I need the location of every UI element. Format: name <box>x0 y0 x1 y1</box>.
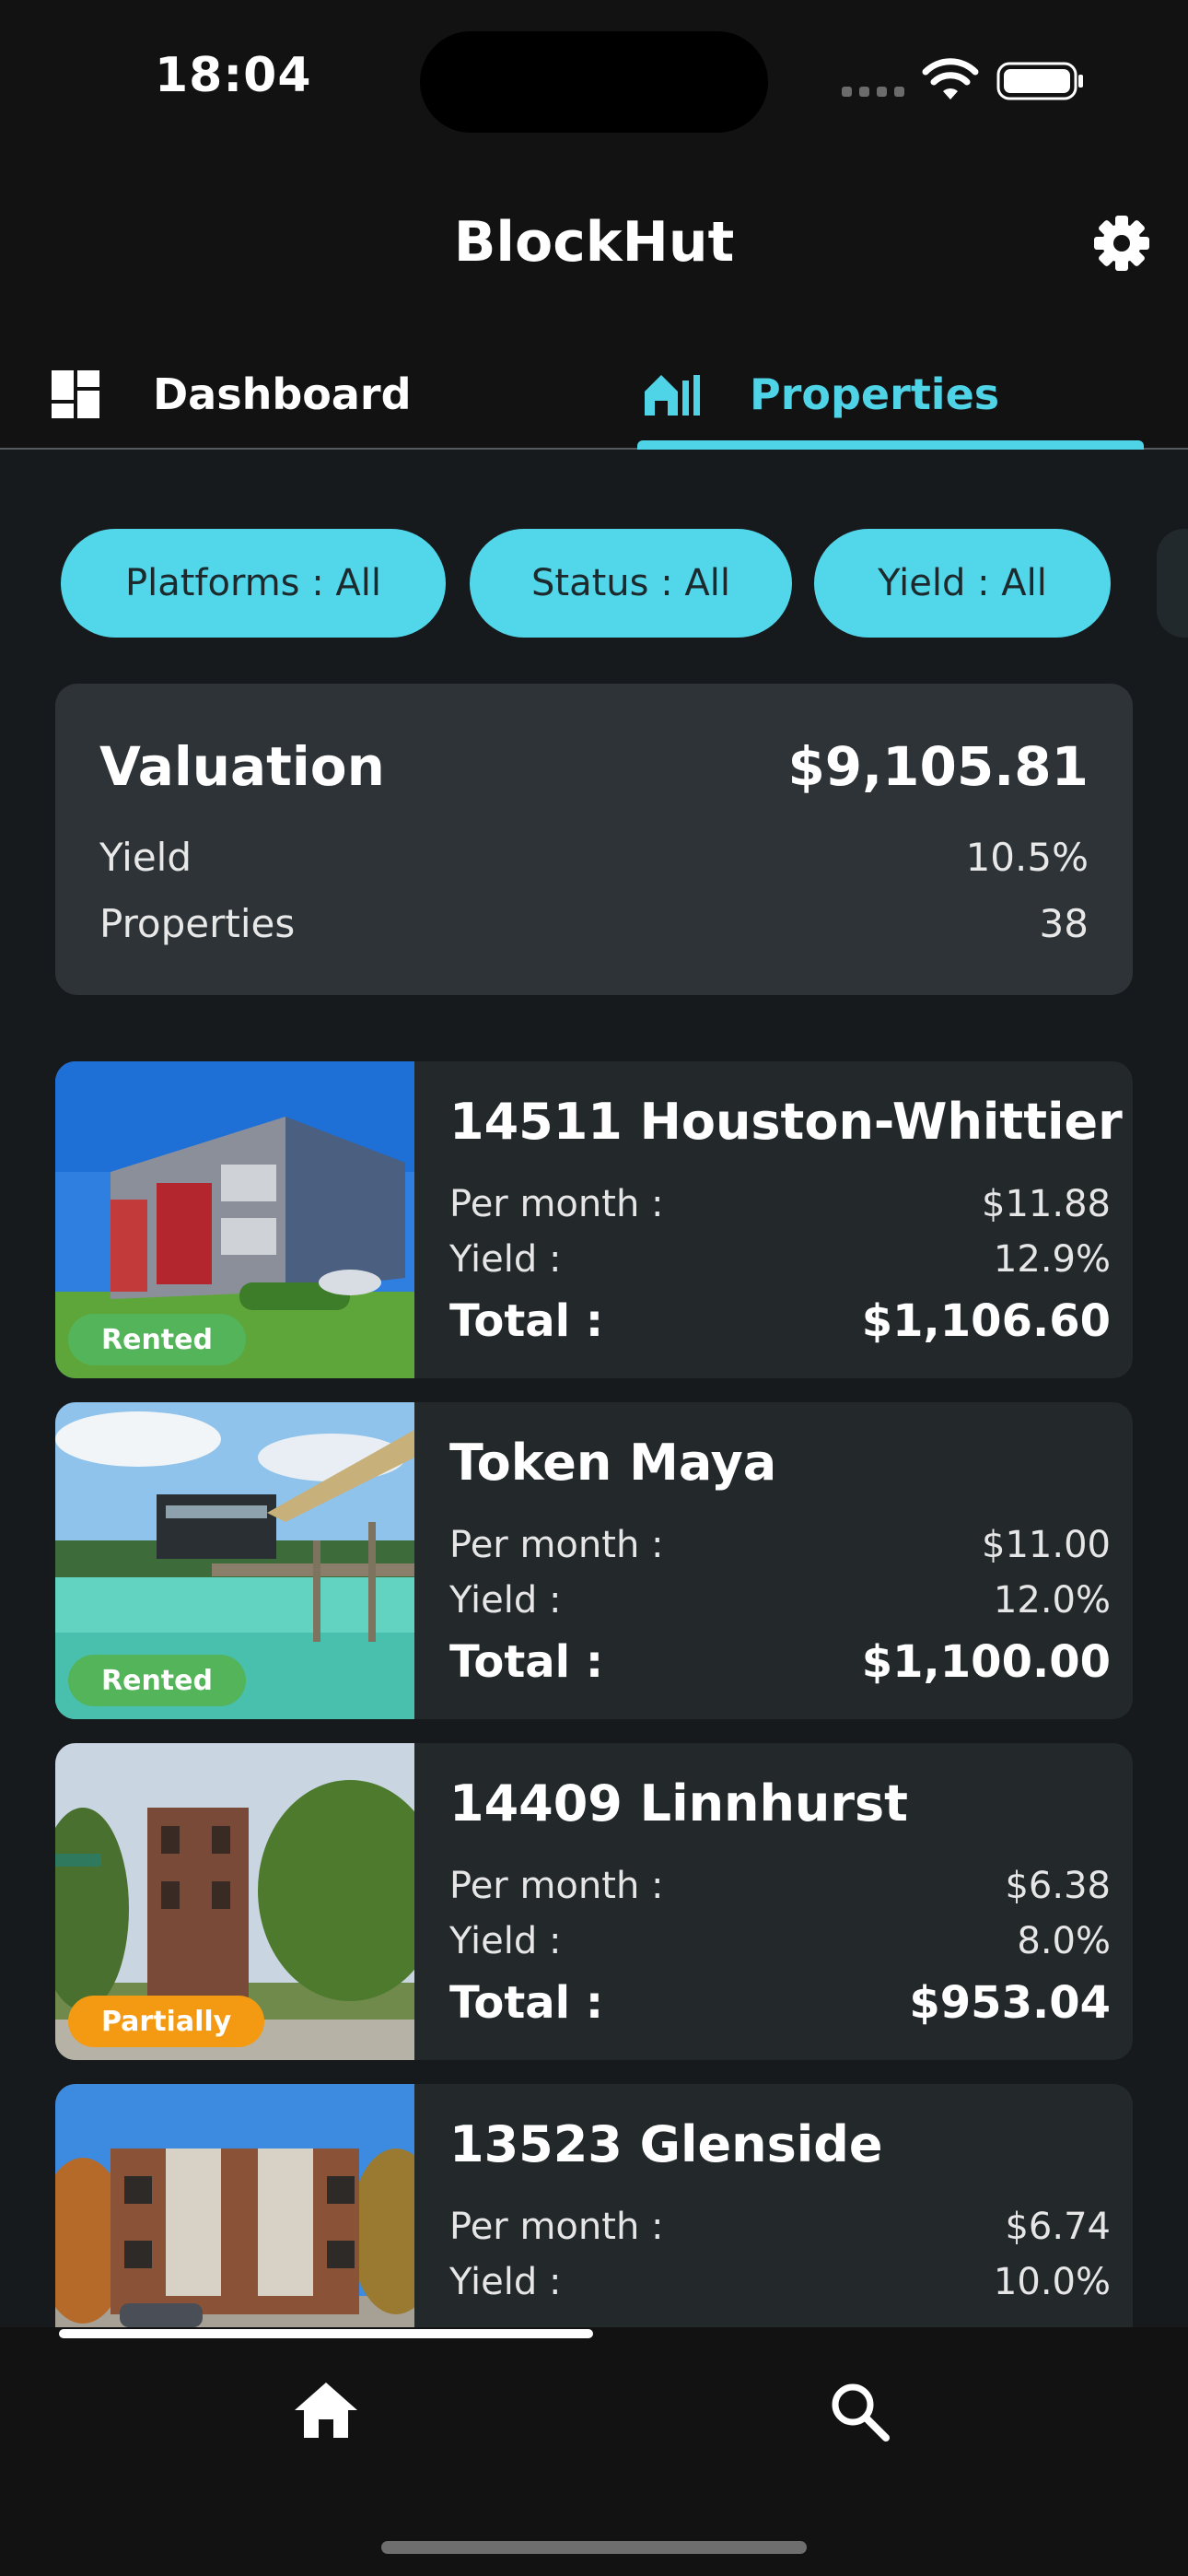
summary-properties-label: Properties <box>99 901 296 946</box>
per-month-value: $6.38 <box>1005 1865 1111 1907</box>
total-row: Total : $1,106.60 <box>449 1295 1111 1347</box>
property-card[interactable]: Partially 14409 Linnhurst Per month : $6… <box>55 1743 1133 2060</box>
property-name: 14511 Houston-Whittier <box>449 1093 1123 1151</box>
per-month-row: Per month : $11.00 <box>449 1524 1111 1566</box>
summary-yield-label: Yield <box>99 835 192 880</box>
summary-properties-value: 38 <box>1039 901 1089 946</box>
per-month-label: Per month : <box>449 1183 664 1225</box>
property-card[interactable]: Rented Token Maya Per month : $11.00 Yie… <box>55 1402 1133 1719</box>
property-photo: Rented <box>55 1061 414 1378</box>
home-icon[interactable] <box>293 2381 359 2440</box>
total-row: Total : $953.04 <box>449 1977 1111 2029</box>
yield-label: Yield : <box>449 2261 562 2303</box>
valuation-title: Valuation <box>99 735 385 798</box>
yield-label: Yield : <box>449 1920 562 1962</box>
per-month-row: Per month : $11.88 <box>449 1183 1111 1225</box>
yield-value: 12.0% <box>993 1579 1111 1622</box>
yield-value: 8.0% <box>1017 1920 1111 1962</box>
summary-yield-row: Yield 10.5% <box>99 835 1089 880</box>
total-value: $1,100.00 <box>861 1636 1111 1688</box>
status-badge: Rented <box>68 1655 246 1706</box>
summary-properties-row: Properties 38 <box>99 901 1089 946</box>
dashboard-icon <box>52 370 99 418</box>
property-card[interactable]: Rented 14511 Houston-Whittier Per month … <box>55 1061 1133 1378</box>
filter-more[interactable] <box>1157 529 1188 638</box>
filter-status[interactable]: Status : All <box>470 529 792 638</box>
yield-value: 10.0% <box>993 2261 1111 2303</box>
property-photo: Rented <box>55 1402 414 1719</box>
total-row: Total : $1,100.00 <box>449 1636 1111 1688</box>
active-tab-indicator <box>637 440 1144 450</box>
per-month-label: Per month : <box>449 2206 664 2248</box>
total-label: Total : <box>449 1977 604 2029</box>
yield-row: Yield : 8.0% <box>449 1920 1111 1962</box>
tab-label: Properties <box>750 369 1000 419</box>
tab-label: Dashboard <box>153 369 412 419</box>
yield-value: 12.9% <box>993 1238 1111 1281</box>
per-month-row: Per month : $6.38 <box>449 1865 1111 1907</box>
valuation-value: $9,105.81 <box>787 735 1089 798</box>
properties-icon <box>645 375 700 416</box>
wifi-icon <box>922 58 979 100</box>
yield-row: Yield : 10.0% <box>449 2261 1111 2303</box>
bottom-nav-indicator <box>59 2329 593 2338</box>
property-name: 13523 Glenside <box>449 2115 883 2173</box>
yield-label: Yield : <box>449 1579 562 1622</box>
filter-yield[interactable]: Yield : All <box>814 529 1111 638</box>
search-icon[interactable] <box>829 2381 890 2441</box>
per-month-value: $6.74 <box>1005 2206 1111 2248</box>
filter-platforms[interactable]: Platforms : All <box>61 529 446 638</box>
yield-row: Yield : 12.0% <box>449 1579 1111 1622</box>
total-label: Total : <box>449 1295 604 1347</box>
tab-properties[interactable]: Properties <box>643 341 999 448</box>
property-photo: Partially <box>55 1743 414 2060</box>
gear-icon[interactable] <box>1092 214 1151 273</box>
home-indicator <box>381 2541 807 2554</box>
cellular-signal-icon <box>842 87 904 100</box>
app-title: BlockHut <box>453 210 735 275</box>
yield-row: Yield : 12.9% <box>449 1238 1111 1281</box>
per-month-value: $11.00 <box>982 1524 1111 1566</box>
summary-yield-value: 10.5% <box>965 835 1089 880</box>
per-month-label: Per month : <box>449 1865 664 1907</box>
status-time: 18:04 <box>155 48 312 103</box>
property-name: 14409 Linnhurst <box>449 1774 908 1832</box>
per-month-label: Per month : <box>449 1524 664 1566</box>
status-badge: Rented <box>68 1314 246 1365</box>
total-value: $1,106.60 <box>861 1295 1111 1347</box>
yield-label: Yield : <box>449 1238 562 1281</box>
per-month-row: Per month : $6.74 <box>449 2206 1111 2248</box>
valuation-card: Valuation $9,105.81 Yield 10.5% Properti… <box>55 684 1133 995</box>
total-label: Total : <box>449 1636 604 1688</box>
property-name: Token Maya <box>449 1434 777 1492</box>
per-month-value: $11.88 <box>982 1183 1111 1225</box>
dynamic-island <box>420 31 768 133</box>
bottom-nav <box>0 2327 1188 2576</box>
battery-icon <box>996 62 1083 100</box>
status-badge: Partially <box>68 1996 265 2047</box>
total-value: $953.04 <box>909 1977 1111 2029</box>
tab-dashboard[interactable]: Dashboard <box>50 341 412 448</box>
